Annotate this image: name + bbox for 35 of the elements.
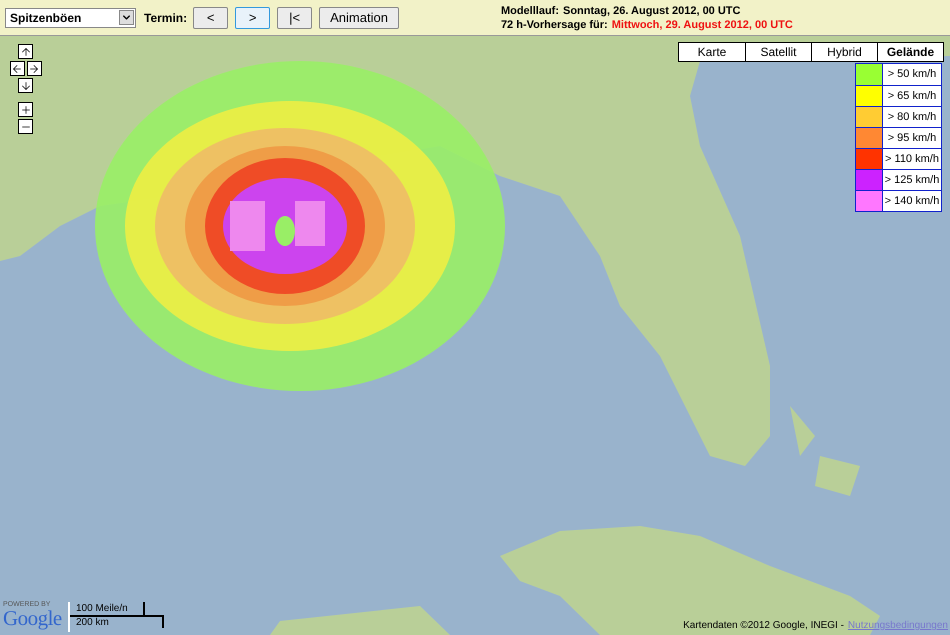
forecast-label: 72 h-Vorhersage für:: [500, 18, 608, 32]
map-type-tab[interactable]: Satellit: [745, 43, 811, 61]
zoom-out-button[interactable]: [18, 119, 33, 134]
nav-step-button[interactable]: >: [235, 6, 270, 28]
plus-icon: [20, 104, 32, 116]
map-attribution: Kartendaten ©2012 Google, INEGI -: [683, 619, 844, 633]
parameter-select[interactable]: Spitzenböen: [5, 8, 136, 28]
arrow-down-icon: [20, 80, 32, 92]
pan-left-button[interactable]: [10, 61, 24, 76]
forecast-date: Mittwoch, 29. August 2012, 00 UTC: [612, 18, 793, 32]
map-type-tab[interactable]: Gelände: [877, 43, 943, 61]
model-run-label: Modelllauf:: [500, 4, 559, 18]
map-type-tab[interactable]: Karte: [679, 43, 745, 61]
pan-up-button[interactable]: [18, 44, 33, 59]
legend-label: > 125 km/h: [884, 172, 940, 188]
arrow-right-icon: [28, 62, 40, 74]
nav-step-button[interactable]: |<: [277, 6, 312, 28]
termin-label: Termin:: [144, 10, 188, 26]
scale-km-label: 200 km: [76, 616, 109, 630]
pan-down-button[interactable]: [18, 78, 33, 93]
arrow-up-icon: [20, 46, 32, 58]
pan-right-button[interactable]: [26, 61, 42, 76]
legend-label: > 110 km/h: [884, 152, 940, 167]
legend-label: > 65 km/h: [886, 88, 938, 104]
model-run-value: Sonntag, 26. August 2012, 00 UTC: [563, 4, 740, 18]
legend-label: > 95 km/h: [886, 130, 938, 146]
nav-step-button[interactable]: <: [193, 6, 228, 28]
legend-label: > 140 km/h: [884, 194, 940, 209]
scale-miles-label: 100 Meile/n: [76, 602, 128, 616]
zoom-in-button[interactable]: [18, 102, 33, 117]
legend-label: > 50 km/h: [886, 67, 938, 82]
legend-label: > 80 km/h: [886, 110, 938, 125]
arrow-left-icon: [11, 62, 23, 74]
map-type-tab[interactable]: Hybrid: [811, 43, 877, 61]
nav-step-button[interactable]: Animation: [319, 6, 399, 28]
